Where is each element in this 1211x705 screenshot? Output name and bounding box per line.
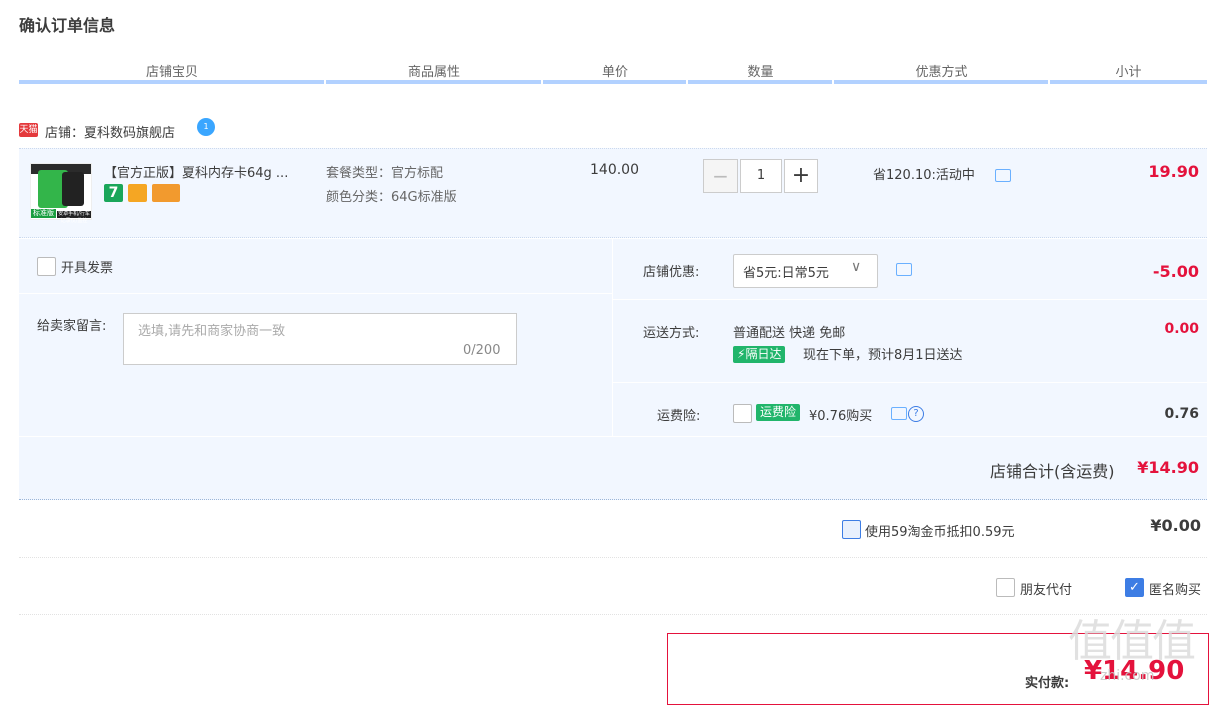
wangwang-chat-icon[interactable]: 1 [197, 118, 215, 136]
col-header-subtotal: 小计 [1115, 65, 1142, 80]
insurance-label: 运费险: [657, 409, 701, 424]
coins-value: ¥0.00 [1150, 516, 1201, 535]
comment-icon[interactable] [896, 263, 912, 276]
next-day-badge-text: 隔日达 [745, 347, 782, 361]
thumbnail-tag: 安卓手机/行车记录仪/监控 [57, 211, 91, 224]
coins-label[interactable]: 使用59淘金币抵扣0.59元 [865, 521, 1015, 540]
message-label: 给卖家留言: [37, 319, 107, 334]
guarantee-icon [128, 184, 147, 202]
invoice-checkbox[interactable] [37, 257, 56, 276]
attr-color: 颜色分类：64G标准版 [326, 190, 457, 205]
tmall-icon: 天猫 [19, 123, 38, 137]
unit-price: 140.00 [590, 162, 639, 178]
next-day-badge: ⚡隔日达 [733, 346, 786, 363]
panel-divider [613, 382, 1207, 383]
col-header-price: 单价 [601, 65, 628, 80]
shop-discount-selected: 省5元:日常5元 [743, 266, 829, 281]
coins-checkbox[interactable] [842, 520, 861, 539]
shop-discount-value: -5.00 [1152, 262, 1199, 281]
seven-day-return-icon: 7 [104, 184, 123, 202]
divider [19, 557, 1207, 559]
col-header-discount: 优惠方式 [915, 65, 968, 80]
watermark-url: zhi.com [1100, 668, 1155, 684]
col-header-items: 店铺宝贝 [145, 65, 198, 80]
friend-pay-label[interactable]: 朋友代付 [1020, 579, 1072, 598]
qty-minus-button[interactable]: − [703, 159, 738, 193]
invoice-label[interactable]: 开具发票 [61, 257, 113, 276]
insurance-checkbox[interactable] [733, 404, 752, 423]
item-subtotal: 19.90 [1148, 162, 1199, 181]
page-title: 确认订单信息 [19, 16, 116, 35]
header-divider [543, 80, 686, 84]
col-header-qty: 数量 [747, 65, 774, 80]
shipping-value: 0.00 [1164, 321, 1199, 337]
shipping-method: 普通配送 快递 免邮 [733, 326, 846, 341]
quantity-input[interactable]: 1 [740, 159, 782, 193]
anonymous-checkbox[interactable]: ✓ [1125, 578, 1144, 597]
header-divider [834, 80, 1048, 84]
shop-total-label: 店铺合计(含运费) [990, 462, 1115, 481]
card-payment-icon [152, 184, 180, 202]
friend-pay-checkbox[interactable] [996, 578, 1015, 597]
message-placeholder: 选填,请先和商家协商一致 [138, 324, 286, 339]
anonymous-label[interactable]: 匿名购买 [1149, 579, 1201, 598]
qty-plus-button[interactable]: + [784, 159, 818, 193]
shipping-label: 运送方式: [643, 326, 700, 341]
chevron-down-icon: ∨ [851, 259, 862, 275]
col-header-attrs: 商品属性 [407, 65, 460, 80]
divider [19, 614, 1207, 616]
comment-icon[interactable] [891, 407, 907, 420]
comment-icon[interactable] [995, 169, 1011, 182]
header-divider [19, 80, 324, 84]
shop-name[interactable]: 店铺：夏科数码旗舰店 [45, 122, 175, 141]
message-char-count: 0/200 [463, 343, 501, 358]
shop-discount-label: 店铺优惠: [643, 265, 700, 280]
insurance-value: 0.76 [1164, 406, 1199, 422]
product-card-image [62, 172, 84, 206]
thumbnail-tag: 标准版 [31, 209, 56, 218]
help-icon[interactable]: ? [908, 406, 924, 422]
attr-package: 套餐类型：官方标配 [326, 166, 444, 181]
header-divider [326, 80, 541, 84]
panel-divider [19, 436, 1207, 437]
watermark-logo: 值值值 [1068, 616, 1196, 667]
pay-label: 实付款: [1025, 676, 1070, 691]
panel-divider [612, 239, 613, 436]
panel-divider [613, 299, 1207, 300]
insurance-badge: 运费险 [756, 404, 801, 421]
discount-text: 省120.10:活动中 [873, 168, 975, 183]
shipping-eta: 现在下单，预计8月1日送达 [803, 348, 963, 363]
header-divider [1050, 80, 1207, 84]
panel-divider [19, 293, 612, 294]
shop-total-value: ¥14.90 [1137, 458, 1199, 477]
insurance-price: ¥0.76购买 [809, 409, 873, 424]
header-divider [688, 80, 832, 84]
product-name-link[interactable]: 【官方正版】夏科内存卡64g ... [104, 162, 288, 181]
